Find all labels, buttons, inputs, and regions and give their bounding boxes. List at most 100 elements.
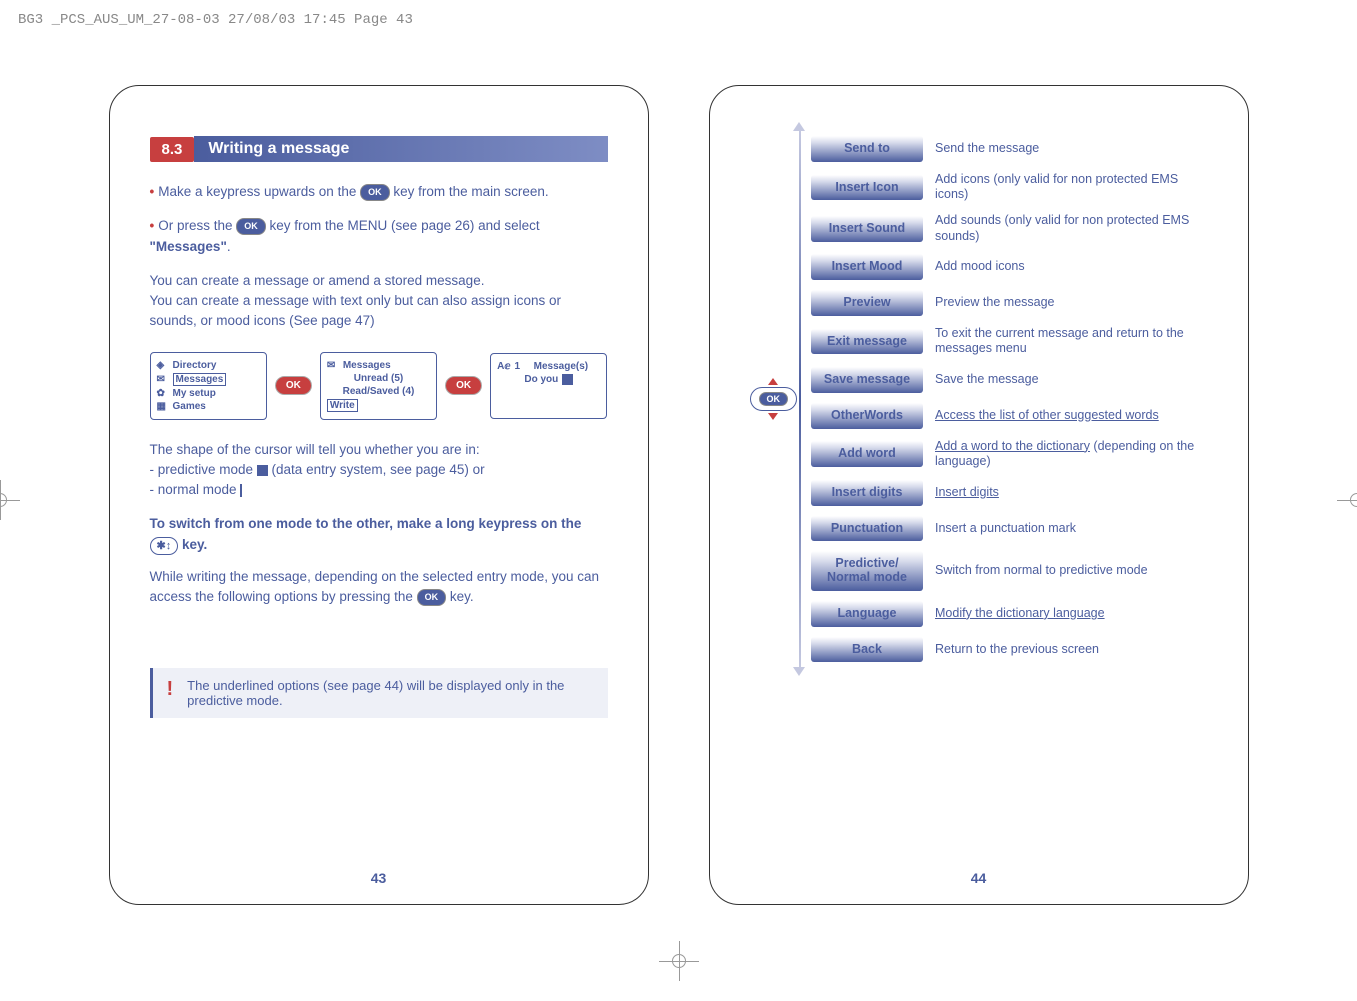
- ok-key-icon: OK: [417, 589, 447, 607]
- menu-button: Preview: [811, 290, 923, 316]
- arrow-up-icon: [768, 378, 778, 385]
- menu-button: Punctuation: [811, 516, 923, 542]
- menu-desc: Modify the dictionary language: [935, 606, 1208, 622]
- phone-screen-1: ◈Directory ✉Messages ✿My setup ▦Games: [150, 352, 267, 420]
- text: Or press the: [158, 218, 236, 233]
- text: key.: [182, 537, 207, 552]
- menu-desc: Insert digits: [935, 485, 1208, 501]
- ok-key-icon: OK: [236, 218, 266, 236]
- menu-button: Back: [811, 637, 923, 663]
- menu-row: Insert digits Insert digits: [811, 480, 1208, 506]
- menu-row: Send to Send the message: [811, 136, 1208, 162]
- menu-item-selected: Write: [327, 399, 358, 412]
- text: Do you: [524, 374, 558, 385]
- menu-button: Send to: [811, 136, 923, 162]
- text-underlined: Add a word to the dictionary: [935, 439, 1090, 453]
- note-text: The underlined options (see page 44) wil…: [187, 678, 593, 708]
- phone-screen-2: ✉Messages Unread (5) Read/Saved (4) Writ…: [320, 352, 437, 420]
- list-bottom-arrow-icon: [793, 667, 805, 676]
- menu-row: Exit message To exit the current message…: [811, 326, 1208, 357]
- text: key.: [450, 589, 474, 604]
- page-left: 8.3 Writing a message •Make a keypress u…: [109, 85, 649, 905]
- messages-icon: ✉: [327, 360, 339, 370]
- menu-row: Punctuation Insert a punctuation mark: [811, 516, 1208, 542]
- bullet-icon: •: [150, 184, 155, 199]
- menu-row: Insert Sound Add sounds (only valid for …: [811, 213, 1208, 244]
- crop-mark-right: [1337, 480, 1357, 520]
- menu-desc: Add mood icons: [935, 259, 1208, 275]
- menu-row: OtherWords Access the list of other sugg…: [811, 403, 1208, 429]
- menu-row: Language Modify the dictionary language: [811, 601, 1208, 627]
- text-underlined: Insert digits: [935, 485, 999, 499]
- text: key from the MENU (see page 26) and sele…: [270, 218, 540, 233]
- arrow-down-icon: [768, 413, 778, 420]
- menu-button: Save message: [811, 367, 923, 393]
- phone-screens-row: ◈Directory ✉Messages ✿My setup ▦Games OK…: [150, 352, 608, 420]
- menu-desc: Access the list of other suggested words: [935, 408, 1208, 424]
- ok-button-icon: OK: [275, 376, 312, 395]
- crop-mark-center: [659, 941, 699, 981]
- menu-desc: Preview the message: [935, 295, 1208, 311]
- page-number: 44: [971, 870, 987, 886]
- menu-desc: Return to the previous screen: [935, 642, 1208, 658]
- bullet-line-1: •Make a keypress upwards on the OK key f…: [150, 182, 608, 202]
- menu-desc: Insert a punctuation mark: [935, 521, 1208, 537]
- cursor-paragraph: The shape of the cursor will tell you wh…: [150, 440, 608, 501]
- file-header: BG3 _PCS_AUS_UM_27-08-03 27/08/03 17:45 …: [18, 12, 413, 28]
- menu-desc: To exit the current message and return t…: [935, 326, 1208, 357]
- menu-desc: Save the message: [935, 372, 1208, 388]
- menu-row: Insert Icon Add icons (only valid for no…: [811, 172, 1208, 203]
- menu-button: Add word: [811, 441, 923, 467]
- star-key-icon: ✱↕: [150, 537, 179, 556]
- menu-button: Language: [811, 601, 923, 627]
- page-right: OK Send to Send the message Insert Icon …: [709, 85, 1249, 905]
- section-title: Writing a message: [194, 136, 607, 162]
- section-header: 8.3 Writing a message: [150, 136, 608, 162]
- menu-item: Directory: [173, 360, 217, 371]
- menu-button: Insert Mood: [811, 254, 923, 280]
- text-underlined: Access the list of other suggested words: [935, 408, 1159, 422]
- screen-title: Messages: [343, 360, 391, 371]
- while-writing-paragraph: While writing the message, depending on …: [150, 567, 608, 608]
- text: key from the main screen.: [393, 184, 548, 199]
- text: While writing the message, depending on …: [150, 569, 600, 604]
- menu-item: Read/Saved (4): [343, 386, 415, 397]
- ok-key-icon: OK: [360, 184, 390, 202]
- menu-row: Insert Mood Add mood icons: [811, 254, 1208, 280]
- menu-row: Back Return to the previous screen: [811, 637, 1208, 663]
- text: You can create a message with text only …: [150, 293, 562, 328]
- text: To switch from one mode to the other, ma…: [150, 516, 582, 531]
- menu-row: Add word Add a word to the dictionary (d…: [811, 439, 1208, 470]
- setup-icon: ✿: [157, 388, 169, 398]
- menu-button: Insert Icon: [811, 175, 923, 201]
- cursor-block-icon: [562, 374, 573, 385]
- menu-desc: Switch from normal to predictive mode: [935, 563, 1208, 579]
- menu-desc: Add a word to the dictionary (depending …: [935, 439, 1208, 470]
- text: The shape of the cursor will tell you wh…: [150, 442, 480, 457]
- menu-button: Predictive/ Normal mode: [811, 551, 923, 591]
- menu-desc: Add sounds (only valid for non protected…: [935, 213, 1208, 244]
- ok-oval: OK: [750, 387, 798, 411]
- menu-row: Predictive/ Normal mode Switch from norm…: [811, 551, 1208, 591]
- page-spread: 8.3 Writing a message •Make a keypress u…: [0, 0, 1357, 905]
- count: 1: [515, 361, 521, 372]
- ok-nav-control: OK: [750, 378, 798, 420]
- cursor-line-icon: [240, 484, 242, 497]
- menu-row: Save message Save the message: [811, 367, 1208, 393]
- directory-icon: ◈: [157, 360, 169, 370]
- crop-mark-left: [0, 480, 20, 520]
- bullet-icon: •: [150, 218, 155, 233]
- page-number: 43: [371, 870, 387, 886]
- menu-desc: Send the message: [935, 141, 1208, 157]
- menu-button: Exit message: [811, 329, 923, 355]
- switch-mode-paragraph: To switch from one mode to the other, ma…: [150, 514, 608, 555]
- text: Make a keypress upwards on the: [158, 184, 360, 199]
- exclamation-icon: !: [167, 678, 174, 708]
- menu-item: Games: [173, 401, 206, 412]
- text: - predictive mode: [150, 462, 257, 477]
- menu-button: OtherWords: [811, 403, 923, 429]
- menu-list: Send to Send the message Insert Icon Add…: [811, 136, 1208, 662]
- screen-title: Message(s): [534, 361, 588, 372]
- text-bold: "Messages": [150, 239, 227, 254]
- list-top-arrow-icon: [793, 122, 805, 131]
